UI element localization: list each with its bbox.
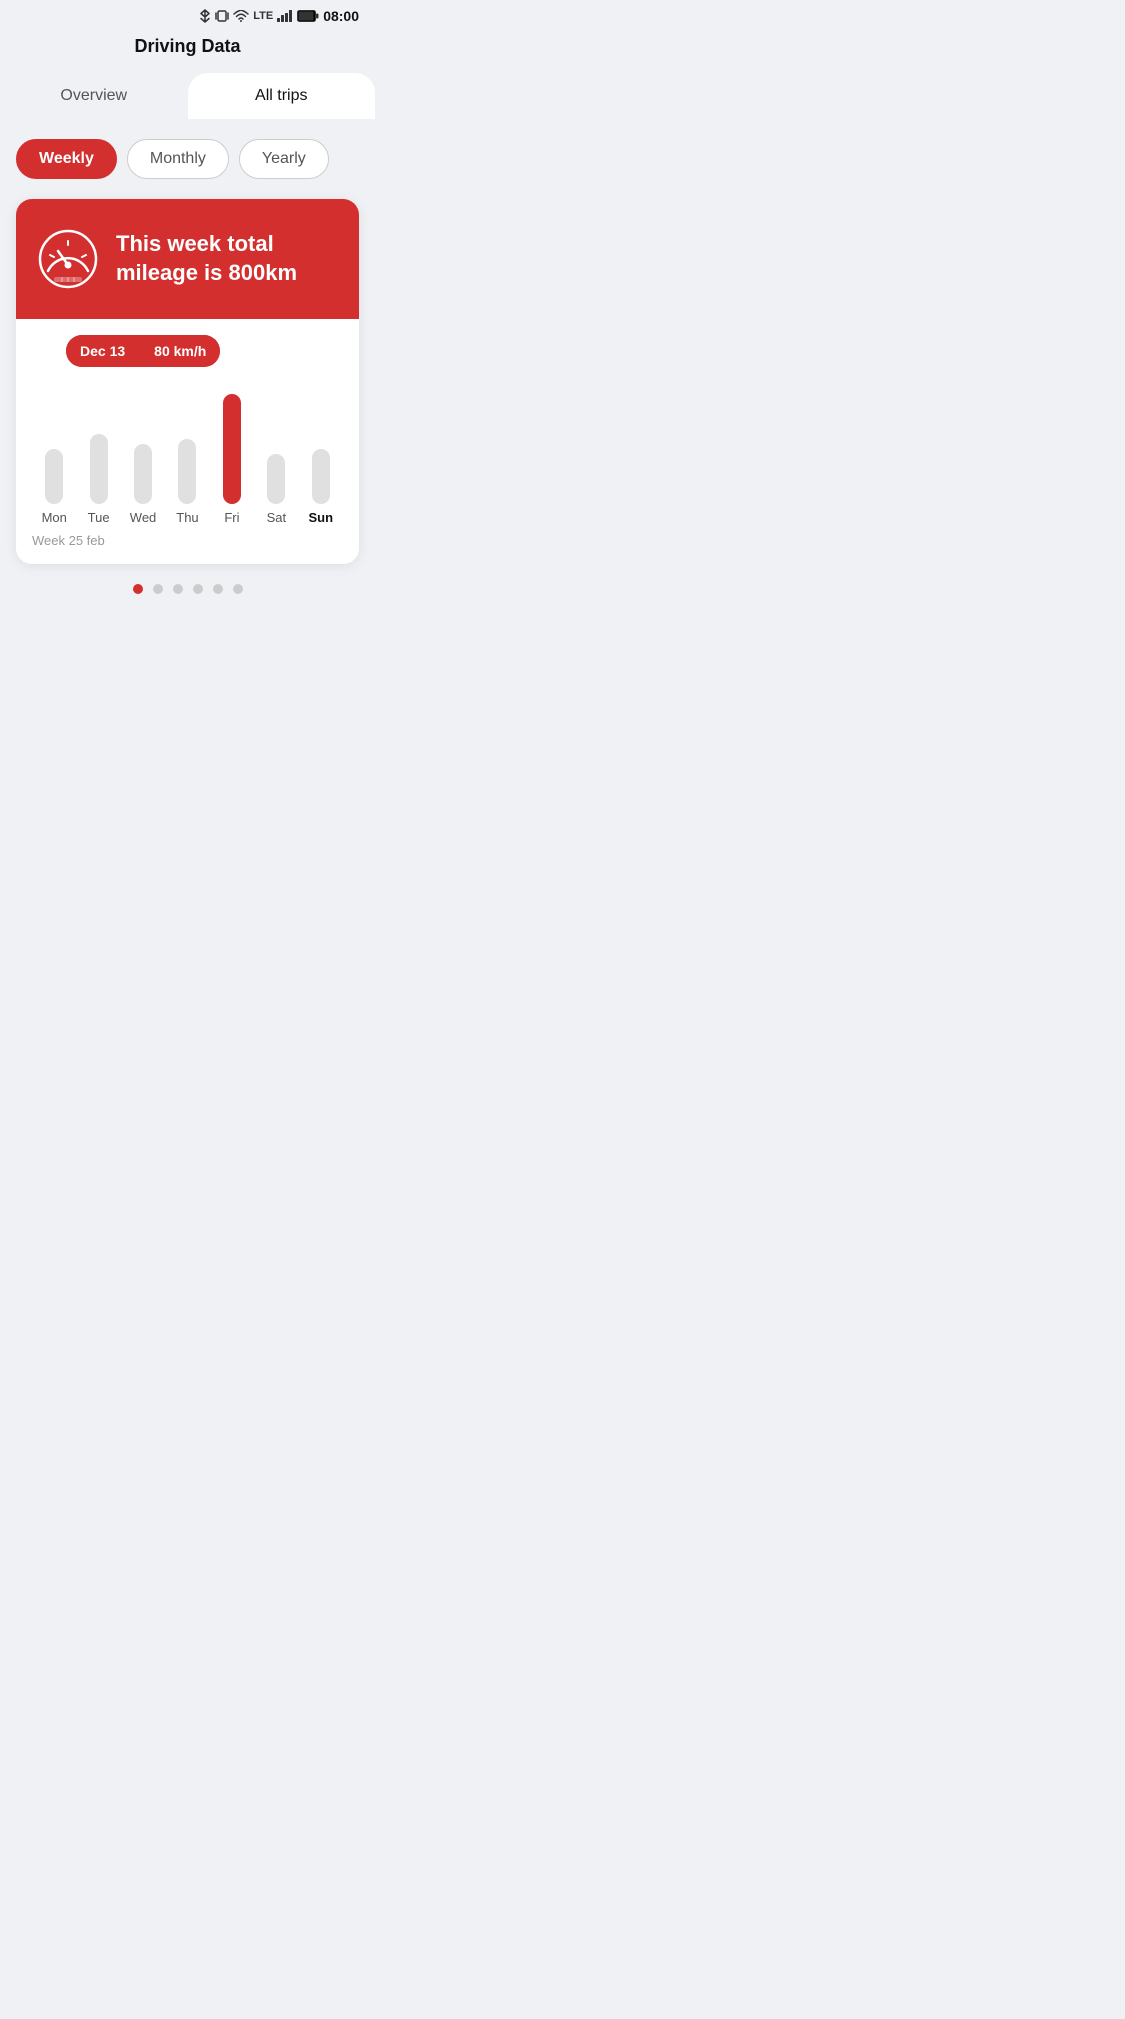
bar-col-mon[interactable]: Mon xyxy=(32,449,76,525)
pagination xyxy=(16,584,359,614)
tooltip-speed: 80 km/h xyxy=(140,335,220,367)
pagination-dot-0[interactable] xyxy=(133,584,143,594)
filter-weekly[interactable]: Weekly xyxy=(16,139,117,179)
bluetooth-icon xyxy=(199,9,211,23)
bar-col-fri[interactable]: Fri xyxy=(210,394,254,525)
status-bar: LTE 08:00 xyxy=(0,0,375,28)
bar-col-sat[interactable]: Sat xyxy=(254,454,298,525)
vibrate-icon xyxy=(215,9,229,23)
bar-label-mon: Mon xyxy=(42,510,67,525)
bar-label-tue: Tue xyxy=(88,510,110,525)
pagination-dot-3[interactable] xyxy=(193,584,203,594)
tooltip-date: Dec 13 xyxy=(66,335,139,367)
pagination-dot-2[interactable] xyxy=(173,584,183,594)
bar-col-sun[interactable]: Sun xyxy=(299,449,343,525)
bar-sat xyxy=(267,454,285,504)
speedometer-icon xyxy=(36,227,100,291)
chart-tooltip: Dec 13 80 km/h xyxy=(66,335,220,367)
content-area: Weekly Monthly Yearly xyxy=(0,119,375,634)
signal-icon xyxy=(277,10,293,22)
bar-fri xyxy=(223,394,241,504)
mileage-text: This week total mileage is 800km xyxy=(116,230,339,287)
bar-label-sun: Sun xyxy=(308,510,333,525)
bar-col-wed[interactable]: Wed xyxy=(121,444,165,525)
tab-overview[interactable]: Overview xyxy=(0,73,188,119)
bar-label-fri: Fri xyxy=(224,510,239,525)
weekly-card: This week total mileage is 800km Dec 13 … xyxy=(16,199,359,564)
pagination-dot-5[interactable] xyxy=(233,584,243,594)
bar-label-thu: Thu xyxy=(176,510,198,525)
bar-col-thu[interactable]: Thu xyxy=(165,439,209,525)
bar-chart: Mon Tue Wed Thu Fri Sat Sun xyxy=(28,385,347,525)
bar-label-wed: Wed xyxy=(130,510,157,525)
filter-monthly[interactable]: Monthly xyxy=(127,139,229,179)
bar-col-tue[interactable]: Tue xyxy=(76,434,120,525)
chart-area: Dec 13 80 km/h Mon Tue Wed Thu Fri Sat Sun Wee… xyxy=(16,319,359,564)
bar-mon xyxy=(45,449,63,504)
bar-sun xyxy=(312,449,330,504)
clock: 08:00 xyxy=(323,8,359,24)
bar-thu xyxy=(178,439,196,504)
bar-wed xyxy=(134,444,152,504)
status-icons: LTE 08:00 xyxy=(199,8,359,24)
week-label: Week 25 feb xyxy=(28,533,347,548)
wifi-icon xyxy=(233,10,249,22)
bar-tue xyxy=(90,434,108,504)
bar-label-sat: Sat xyxy=(267,510,287,525)
period-filters: Weekly Monthly Yearly xyxy=(16,139,359,179)
card-header: This week total mileage is 800km xyxy=(16,199,359,319)
pagination-dot-1[interactable] xyxy=(153,584,163,594)
filter-yearly[interactable]: Yearly xyxy=(239,139,329,179)
page-title: Driving Data xyxy=(0,28,375,73)
pagination-dot-4[interactable] xyxy=(213,584,223,594)
battery-icon xyxy=(297,10,319,22)
lte-label: LTE xyxy=(253,10,273,22)
tab-all-trips[interactable]: All trips xyxy=(188,73,376,119)
tabs-container: Overview All trips xyxy=(0,73,375,119)
